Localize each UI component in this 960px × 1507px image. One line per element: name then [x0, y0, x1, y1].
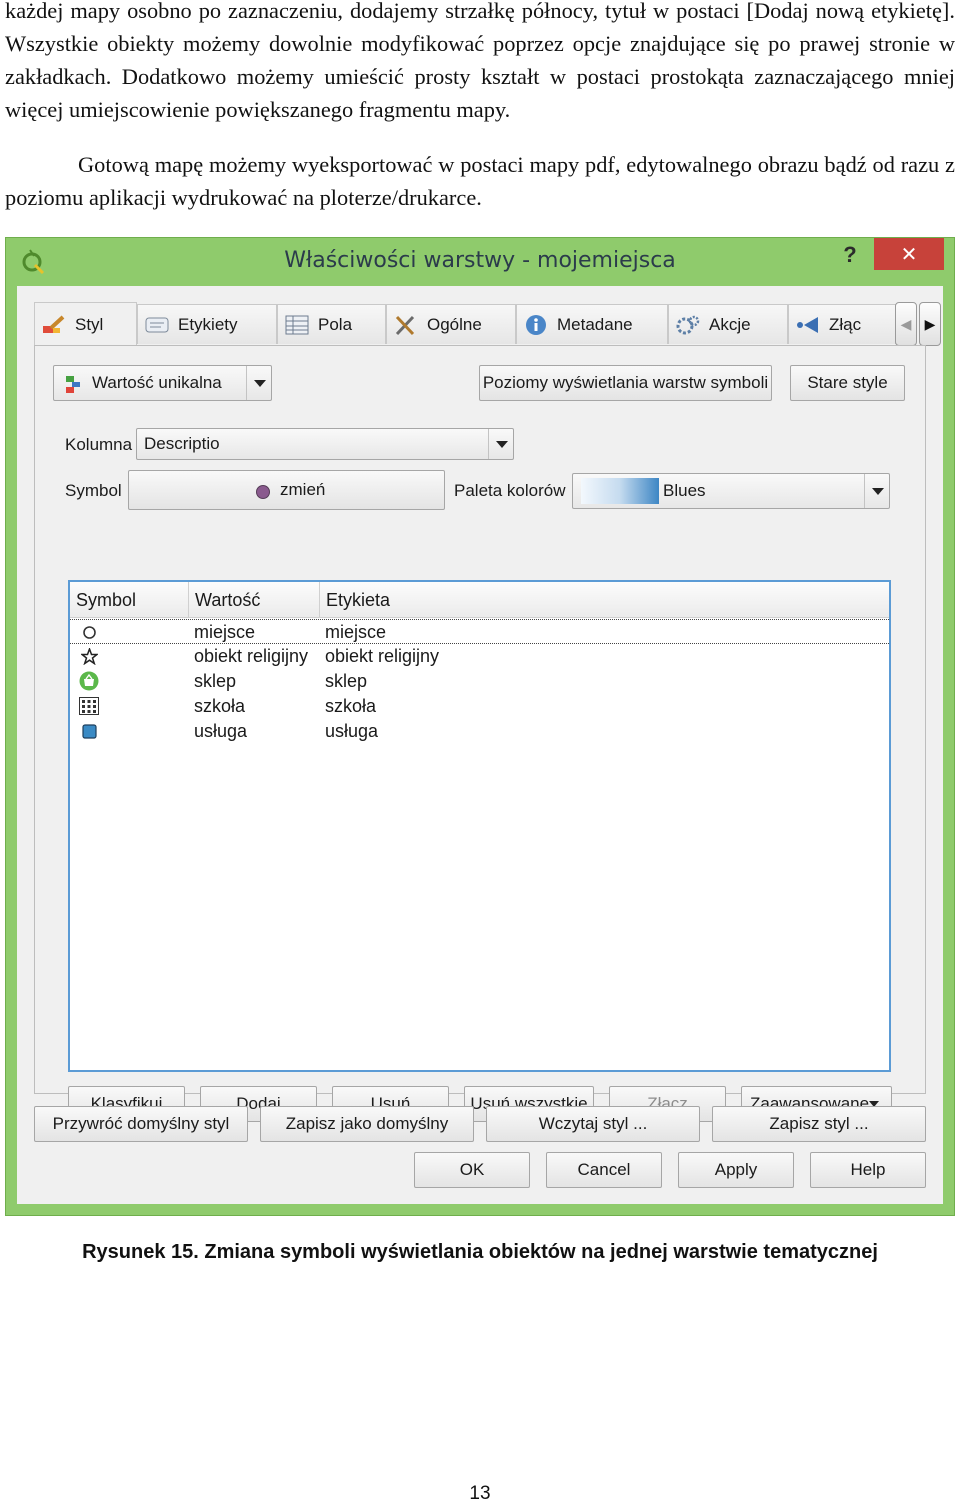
- column-header-symbol[interactable]: Symbol: [70, 582, 189, 617]
- dialog-body: Styl Etykiety Pola Ogólne Metadane Akcje: [17, 286, 943, 1204]
- tab-label: Styl: [75, 314, 104, 334]
- star-icon: [81, 648, 98, 665]
- table-row[interactable]: miejsce miejsce: [70, 619, 889, 644]
- symbol-levels-button[interactable]: Poziomy wyświetlania warstw symboli: [479, 365, 772, 401]
- column-value: Descriptio: [144, 434, 220, 453]
- tab-label: Akcje: [709, 314, 751, 334]
- layer-properties-window: Właściwości warstwy - mojemiejsca ? ✕ St…: [5, 237, 955, 1216]
- ok-button[interactable]: OK: [414, 1152, 530, 1188]
- help-icon[interactable]: ?: [838, 242, 862, 270]
- row-value: szkoła: [194, 696, 246, 716]
- restore-default-style-button[interactable]: Przywróć domyślny styl: [34, 1106, 248, 1142]
- table-row[interactable]: szkoła szkoła: [70, 694, 889, 719]
- close-button[interactable]: ✕: [874, 238, 944, 270]
- chevron-down-icon: [864, 474, 889, 508]
- tab-pola[interactable]: Pola: [277, 304, 386, 344]
- load-style-button[interactable]: Wczytaj styl ...: [486, 1106, 700, 1142]
- save-as-default-button[interactable]: Zapisz jako domyślny: [260, 1106, 474, 1142]
- info-icon: [526, 314, 546, 335]
- table-row[interactable]: obiekt religijny obiekt religijny: [70, 644, 889, 669]
- table-header: Symbol Wartość Etykieta: [70, 582, 889, 618]
- categorized-renderer-icon: [66, 376, 80, 393]
- page-number: 13: [469, 1483, 491, 1504]
- gears-icon: [676, 315, 700, 334]
- tab-scroll-right-button[interactable]: ▶: [919, 302, 941, 346]
- chevron-down-icon: [246, 366, 271, 400]
- row-label: usługa: [325, 721, 379, 741]
- circle-marker-icon: [256, 485, 270, 499]
- tab-label: Złąc: [829, 314, 862, 334]
- column-dropdown[interactable]: Descriptio: [136, 428, 514, 460]
- row-label: obiekt religijny: [325, 646, 440, 666]
- row-value: usługa: [194, 721, 248, 741]
- table-row[interactable]: usługa usługa: [70, 719, 889, 744]
- blue-square-icon: [82, 724, 97, 739]
- tab-metadane[interactable]: Metadane: [516, 304, 668, 344]
- tab-zlacz[interactable]: Złąc: [788, 304, 896, 344]
- fields-table-icon: [285, 315, 309, 334]
- row-label: miejsce: [325, 622, 387, 642]
- figure-caption: Rysunek 15. Zmiana symboli wyświetlania …: [82, 1241, 878, 1263]
- paragraph-1: każdej mapy osobno po zaznaczeniu, dodaj…: [5, 0, 955, 122]
- color-ramp-value: Blues: [663, 481, 706, 500]
- tab-ogolne[interactable]: Ogólne: [386, 304, 516, 344]
- circle-outline-icon: [83, 626, 96, 639]
- tab-styl[interactable]: Styl: [34, 302, 137, 346]
- apply-button[interactable]: Apply: [678, 1152, 794, 1188]
- table-row[interactable]: sklep sklep: [70, 669, 889, 694]
- renderer-type-dropdown[interactable]: Wartość unikalna: [53, 365, 272, 401]
- tab-bar: Styl Etykiety Pola Ogólne Metadane Akcje: [34, 302, 941, 346]
- tab-label: Metadane: [557, 314, 633, 334]
- tab-scroll-left-button[interactable]: ◀: [895, 302, 917, 346]
- palette-label: Paleta kolorów: [454, 481, 566, 500]
- symbol-change-label: zmień: [280, 480, 326, 499]
- tab-akcje[interactable]: Akcje: [668, 304, 788, 344]
- symbol-change-button[interactable]: zmień: [128, 470, 445, 510]
- old-style-button[interactable]: Stare style: [790, 365, 905, 401]
- school-building-icon: [79, 697, 99, 715]
- categories-table[interactable]: Symbol Wartość Etykieta miejsce miejsce …: [68, 580, 891, 1072]
- tab-etykiety[interactable]: Etykiety: [137, 304, 277, 344]
- style-brush-icon: [43, 315, 65, 333]
- shop-basket-icon: [79, 671, 99, 691]
- row-label: szkoła: [325, 696, 377, 716]
- save-style-button[interactable]: Zapisz styl ...: [712, 1106, 926, 1142]
- column-header-label[interactable]: Etykieta: [320, 582, 889, 617]
- row-label: sklep: [325, 671, 368, 691]
- symbol-label: Symbol: [65, 481, 122, 500]
- tab-label: Ogólne: [427, 314, 482, 334]
- column-label: Kolumna: [65, 435, 133, 454]
- cancel-button[interactable]: Cancel: [546, 1152, 662, 1188]
- window-title: Właściwości warstwy - mojemiejsca: [284, 248, 676, 273]
- row-value: miejsce: [194, 622, 256, 642]
- row-value: obiekt religijny: [194, 646, 309, 666]
- title-bar[interactable]: Właściwości warstwy - mojemiejsca ? ✕: [6, 238, 954, 286]
- dialog-help-button[interactable]: Help: [810, 1152, 926, 1188]
- tools-icon: [395, 315, 415, 335]
- paragraph-2: Gotową mapę możemy wyeksportować w posta…: [5, 152, 955, 210]
- column-header-value[interactable]: Wartość: [189, 582, 320, 617]
- chevron-down-icon: [488, 429, 513, 459]
- tab-label: Etykiety: [178, 314, 238, 334]
- blues-ramp-preview: [581, 478, 659, 504]
- join-icon: [797, 316, 818, 333]
- labels-icon: [145, 317, 169, 332]
- renderer-type-value: Wartość unikalna: [92, 373, 222, 392]
- tab-label: Pola: [318, 314, 353, 334]
- row-value: sklep: [194, 671, 237, 691]
- style-pane: Wartość unikalna Poziomy wyświetlania wa…: [34, 345, 926, 1122]
- color-ramp-dropdown[interactable]: Blues: [572, 473, 890, 509]
